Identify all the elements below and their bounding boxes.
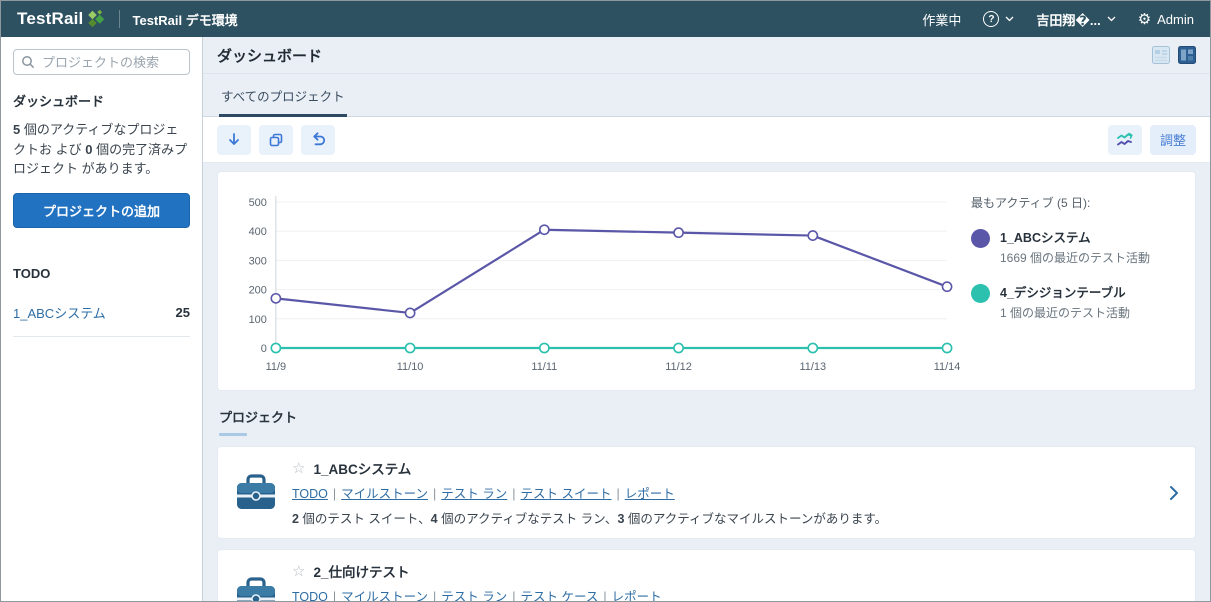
page-titlebar: ダッシュボード (203, 37, 1210, 74)
svg-text:11/10: 11/10 (397, 361, 424, 373)
series-name: 4_デシジョンテーブル (1000, 282, 1130, 301)
user-name: 吉田翔�... (1036, 10, 1100, 29)
tab-bar: すべてのプロジェクト (203, 74, 1210, 117)
projects-heading: プロジェクト (219, 407, 1194, 436)
top-navbar: TestRail TestRail デモ環境 作業中 ? 吉田翔�... (1, 1, 1210, 37)
activity-chart-card: 0 100 200 300 400 500 11/9 11/10 11/11 11/12 11/13… (217, 171, 1196, 391)
chart-legend: 最もアクティブ (5 日): 1_ABCシステム 1669 個の最近のテスト活動 (967, 186, 1185, 380)
main-content: ダッシュボード (203, 37, 1210, 601)
sidebar-dashboard-heading: ダッシュボード (13, 91, 190, 110)
project-card[interactable]: ☆ 1_ABCシステム TODO|マイルストーン|テスト ラン|テスト スイート… (217, 446, 1196, 539)
navbar-divider (119, 10, 120, 28)
admin-label: Admin (1157, 12, 1194, 27)
trend-lines-icon (1116, 131, 1134, 148)
project-name: 1_ABCシステム (313, 458, 411, 478)
todo-list-item: 1_ABCシステム 25 (13, 303, 190, 322)
copy-button[interactable] (259, 125, 293, 155)
svg-text:11/9: 11/9 (266, 361, 287, 373)
project-link-reports[interactable]: レポート (625, 487, 675, 501)
series-subtitle: 1 個の最近のテスト活動 (1000, 304, 1130, 321)
series-color-dot (971, 229, 990, 248)
project-links: TODO|マイルストーン|テスト ラン|テスト ケース|レポート (292, 586, 698, 601)
project-link-test-runs[interactable]: テスト ラン (441, 487, 507, 501)
status-menu[interactable]: 作業中 (922, 10, 961, 29)
copy-icon (268, 132, 284, 148)
activity-chart: 0 100 200 300 400 500 11/9 11/10 11/11 11/12 11/13… (224, 186, 967, 378)
series-name: 1_ABCシステム (1000, 227, 1150, 246)
chevron-down-icon (1107, 16, 1116, 22)
briefcase-icon (234, 576, 278, 602)
user-menu[interactable]: 吉田翔�... (1036, 10, 1115, 29)
svg-text:11/11: 11/11 (531, 361, 557, 373)
undo-button[interactable] (301, 125, 335, 155)
project-search-input[interactable] (13, 49, 190, 75)
project-link-todo[interactable]: TODO (292, 487, 328, 501)
undo-icon (310, 132, 326, 147)
project-name: 2_仕向けテスト (313, 561, 409, 581)
workspace-name: TestRail デモ環境 (132, 10, 237, 29)
dashboard-scroll-area[interactable]: 0 100 200 300 400 500 11/9 11/10 11/11 11/12 11/13… (203, 163, 1210, 601)
app-window: TestRail TestRail デモ環境 作業中 ? 吉田翔�... (0, 0, 1211, 602)
status-label: 作業中 (922, 10, 961, 29)
legend-title: 最もアクティブ (5 日): (971, 194, 1179, 211)
legend-entry: 4_デシジョンテーブル 1 個の最近のテスト活動 (971, 282, 1179, 321)
board-view-icon[interactable] (1178, 46, 1196, 64)
project-link-milestones[interactable]: マイルストーン (341, 487, 428, 501)
svg-text:400: 400 (249, 226, 267, 238)
admin-menu[interactable]: ⚙ Admin (1138, 12, 1194, 27)
series-color-dot (971, 284, 990, 303)
project-link-milestones[interactable]: マイルストーン (341, 590, 428, 601)
svg-text:300: 300 (249, 255, 267, 267)
download-icon (226, 132, 242, 147)
download-button[interactable] (217, 125, 251, 155)
tab-all-projects[interactable]: すべてのプロジェクト (219, 76, 347, 117)
chart-settings-button[interactable] (1108, 125, 1142, 155)
testrail-logo[interactable]: TestRail (17, 9, 107, 29)
legend-entry: 1_ABCシステム 1669 個の最近のテスト活動 (971, 227, 1179, 266)
svg-text:11/13: 11/13 (800, 361, 827, 373)
briefcase-icon (234, 473, 278, 513)
page-title: ダッシュボード (217, 45, 322, 66)
chevron-down-icon (1005, 16, 1014, 22)
star-icon[interactable]: ☆ (292, 562, 305, 580)
gear-icon: ⚙ (1138, 12, 1151, 27)
svg-text:0: 0 (261, 343, 267, 355)
sidebar: ダッシュボード 5 個のアクティブなプロジェクトお よび 0 個の完了済みプロジ… (1, 37, 203, 601)
testrail-logo-icon (87, 9, 107, 29)
toolbar: 調整 (203, 117, 1210, 163)
search-icon (21, 55, 35, 69)
sidebar-divider (13, 336, 190, 337)
star-icon[interactable]: ☆ (292, 459, 305, 477)
svg-text:100: 100 (249, 314, 267, 326)
project-link-test-runs[interactable]: テスト ラン (441, 590, 507, 601)
todo-count-badge: 25 (176, 305, 190, 320)
svg-text:11/12: 11/12 (665, 361, 692, 373)
project-links: TODO|マイルストーン|テスト ラン|テスト スイート|レポート (292, 483, 887, 502)
brand-text: TestRail (17, 9, 83, 29)
project-card[interactable]: ☆ 2_仕向けテスト TODO|マイルストーン|テスト ラン|テスト ケース|レ… (217, 549, 1196, 601)
project-link-reports[interactable]: レポート (612, 590, 662, 601)
adjust-button[interactable]: 調整 (1150, 125, 1196, 155)
list-view-icon[interactable] (1152, 46, 1170, 64)
help-icon: ? (983, 11, 999, 27)
svg-text:200: 200 (249, 285, 267, 297)
svg-text:500: 500 (249, 197, 267, 209)
project-description: 2 個のテスト スイート、4 個のアクティブなテスト ラン、3 個のアクティブな… (292, 508, 887, 527)
project-link-test-suites[interactable]: テスト スイート (521, 487, 612, 501)
todo-project-link[interactable]: 1_ABCシステム (13, 303, 106, 322)
series-subtitle: 1669 個の最近のテスト活動 (1000, 249, 1150, 266)
project-link-test-cases[interactable]: テスト ケース (521, 590, 599, 601)
chevron-right-icon[interactable] (1169, 485, 1179, 501)
help-menu[interactable]: ? (983, 11, 1014, 27)
project-summary-text: 5 個のアクティブなプロジェクトお よび 0 個の完了済みプロジェクト がありま… (13, 120, 190, 179)
todo-heading: TODO (13, 266, 190, 281)
project-link-todo[interactable]: TODO (292, 590, 328, 601)
svg-text:11/14: 11/14 (934, 361, 961, 373)
add-project-button[interactable]: プロジェクトの追加 (13, 193, 190, 228)
